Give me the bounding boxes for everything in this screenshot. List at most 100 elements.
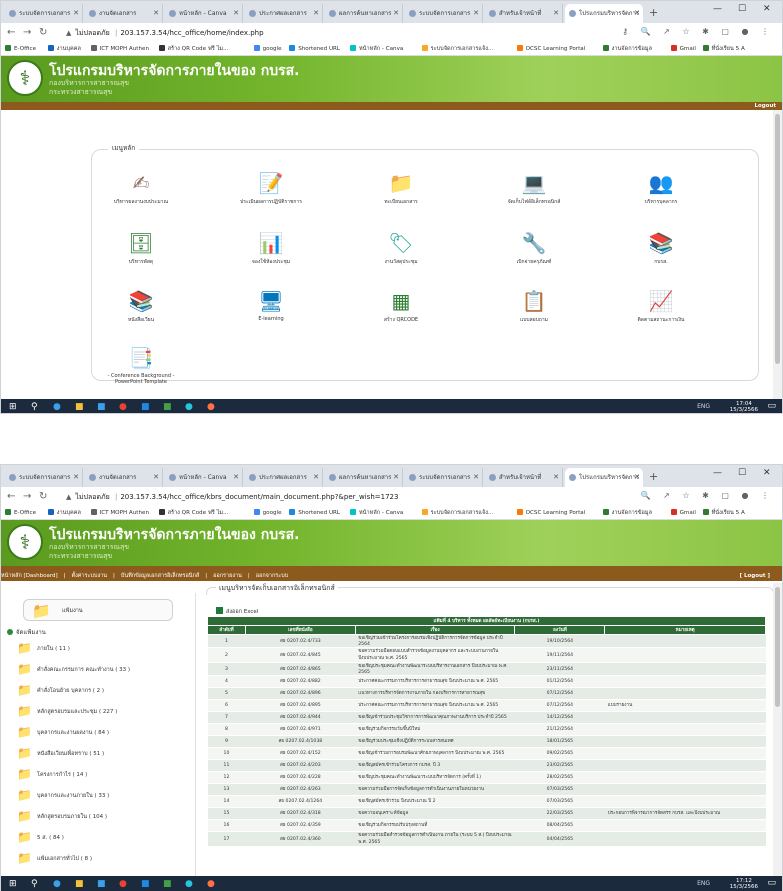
tab-close-icon[interactable]: ✕ (634, 4, 640, 23)
minimize-button[interactable]: — (713, 468, 722, 478)
browser-tab[interactable]: ประกาศผลเอกสาร ✕ (245, 468, 323, 487)
excel-icon[interactable]: ■ (163, 879, 172, 889)
sidebar-category[interactable]: จัดแฟ้มงาน (7, 627, 46, 637)
browser-toolbar-icons[interactable]: 🔍 ↗ ☆ ✱ ▢ ● ⋮ (641, 491, 774, 500)
browser-toolbar-icons[interactable]: ⚷ 🔍 ↗ ☆ ✱ ▢ ● ⋮ (622, 27, 774, 36)
menu-tile[interactable]: 📊 จองใช้ห้องประชุม (226, 231, 316, 266)
table-row[interactable]: 12 สธ 0207.02.4/228 ขอเชิญประชุมคณะทำงานพั… (207, 771, 766, 784)
sidebar-header[interactable]: 📁 แฟ้มงาน (23, 599, 173, 621)
search-icon[interactable]: ⚲ (31, 402, 38, 412)
table-row[interactable]: 11 สธ 0207.02.4/203 ขอเชิญสมัครเข้าร่วมโคร… (207, 759, 766, 772)
taskbar-clock[interactable]: 17:12 15/3/2566 (730, 878, 758, 890)
windows-start-icon[interactable]: ⊞ (9, 879, 17, 889)
tab-close-icon[interactable]: ✕ (73, 468, 79, 487)
word-icon[interactable]: ■ (141, 402, 150, 412)
tab-close-icon[interactable]: ✕ (393, 468, 399, 487)
new-tab-button[interactable]: + (649, 4, 658, 21)
bookmark-item[interactable]: สร้าง QR Code ฟรี ไม... (159, 509, 229, 517)
tray-language[interactable]: ENG (697, 403, 710, 410)
export-excel-link[interactable]: ส่งออก Excel (216, 607, 258, 616)
file-explorer-icon[interactable]: ■ (75, 402, 84, 412)
tab-close-icon[interactable]: ✕ (473, 468, 479, 487)
bookmark-item[interactable]: หน้าหลัก - Canva (350, 509, 403, 517)
tab-close-icon[interactable]: ✕ (313, 468, 319, 487)
folder-item[interactable]: 📁 คำสั่งคณะกรรมการ คณะทำงาน ( 33 ) (17, 662, 177, 676)
bookmark-item[interactable]: Gmail (671, 509, 696, 516)
reload-icon[interactable]: ↻ (39, 491, 47, 503)
bookmark-item[interactable]: E-Office (5, 509, 36, 516)
search-icon[interactable]: ⚲ (31, 879, 38, 889)
bookmark-item[interactable]: งานจัดการข้อมูล (603, 45, 652, 53)
menu-tile[interactable]: 🏷 งานวัสดุประชุม (356, 231, 446, 266)
top-menu-item[interactable]: ออกรายงาน (213, 573, 242, 579)
table-row[interactable]: 10 สธ 0207.02.4/152 ขอเชิญเข้าร่วมการอบรมพ… (207, 747, 766, 760)
app-icon[interactable]: ● (207, 402, 215, 412)
edge-icon[interactable]: ● (53, 402, 61, 412)
table-row[interactable]: 14 สธ 0207.02.4/1264 ขอเชิญสมัครเข้าร่วม ป… (207, 795, 766, 808)
browser-tab[interactable]: ผลการค้นหาเอกสาร ✕ (325, 4, 403, 23)
folder-item[interactable]: 📁 หลักสูตรอบรมและประชุม ( 227 ) (17, 704, 177, 718)
windows-start-icon[interactable]: ⊞ (9, 402, 17, 412)
tab-close-icon[interactable]: ✕ (553, 468, 559, 487)
folder-item[interactable]: 📁 บุคลากรและงานผลงาน ( 84 ) (17, 725, 177, 739)
table-row[interactable]: 2 สธ 0207.02.4/845 ขอความร่วมมือตอบแบบสำรว… (207, 647, 766, 663)
reload-icon[interactable]: ↻ (39, 27, 47, 39)
app-icon[interactable]: ● (207, 879, 215, 889)
menu-tile[interactable]: 🗄 บริหารพัสดุ (96, 231, 186, 266)
tab-close-icon[interactable]: ✕ (313, 4, 319, 23)
tab-close-icon[interactable]: ✕ (233, 468, 239, 487)
browser-tab[interactable]: ระบบจัดการเอกสาร ✕ (5, 468, 83, 487)
browser-tab[interactable]: ประกาศผลเอกสาร ✕ (245, 4, 323, 23)
outlook-icon[interactable]: ● (185, 879, 193, 889)
bookmark-item[interactable]: OCSC Learning Portal (517, 45, 586, 52)
folder-item[interactable]: 📁 5 ส. ( 84 ) (17, 830, 177, 844)
url-field[interactable]: ▲ ไม่ปลอดภัย | 203.157.3.54/hcc_office/hom… (66, 26, 626, 40)
url-field[interactable]: ▲ ไม่ปลอดภัย | 203.157.3.54/hcc_office/kbr… (66, 490, 626, 504)
folder-item[interactable]: 📁 ภายใน ( 11 ) (17, 641, 177, 655)
forward-icon[interactable]: → (23, 27, 31, 39)
close-window-button[interactable]: ✕ (763, 4, 771, 14)
page-scrollbar[interactable] (773, 110, 782, 399)
bookmark-item[interactable]: E-Office (5, 45, 36, 52)
browser-tab[interactable]: งานจัดเอกสาร ✕ (85, 468, 163, 487)
restore-button[interactable]: ☐ (738, 468, 746, 478)
notification-icon[interactable]: ▭ (767, 401, 776, 411)
word-icon[interactable]: ■ (141, 879, 150, 889)
bookmark-item[interactable]: ICT MOPH Authen (91, 509, 149, 516)
bookmark-item[interactable]: ระบบจัดการเอกสารแจ้ง... (422, 45, 494, 53)
tab-close-icon[interactable]: ✕ (553, 4, 559, 23)
menu-tile[interactable]: 🔧 เบิกจ่ายครุภัณฑ์ (489, 231, 579, 266)
outlook-icon[interactable]: ● (185, 402, 193, 412)
table-row[interactable]: 9 สธ 0207.02.4/1038 ขอเชิญร่วมประชุมเชิงปฏ… (207, 735, 766, 748)
minimize-button[interactable]: — (713, 4, 722, 14)
bookmark-item[interactable]: Shortened URL (289, 45, 340, 52)
logout-link[interactable]: Logout (754, 102, 776, 110)
browser-tab[interactable]: สำหรับเจ้าหน้าที่ ✕ (485, 4, 563, 23)
top-menu-item[interactable]: หน้าหลัก [Dashboard] (1, 573, 58, 579)
page-scrollbar[interactable] (773, 583, 782, 876)
forward-icon[interactable]: → (23, 491, 31, 503)
tab-close-icon[interactable]: ✕ (634, 468, 640, 487)
table-row[interactable]: 15 สธ 0207.02.4/318 ขอความอนุเคราะห์ข้อมูล… (207, 807, 766, 820)
folder-item[interactable]: 📁 โครงการกำไร ( 14 ) (17, 767, 177, 781)
menu-tile[interactable]: ▦ สร้าง QRCODE (356, 289, 446, 324)
folder-item[interactable]: 📁 บุคลากรและงานภายใน ( 33 ) (17, 788, 177, 802)
restore-button[interactable]: ☐ (738, 4, 746, 14)
menu-tile[interactable]: 💻 จัดเก็บไฟล์อิเล็กทรอนิกส์ (489, 171, 579, 206)
scrollbar-thumb[interactable] (775, 587, 780, 707)
back-icon[interactable]: ← (7, 27, 15, 39)
table-row[interactable]: 5 สธ 0207.02.4/896 แนวทางการบริหารจัดการงา… (207, 687, 766, 700)
bookmark-item[interactable]: ที่นั่งเรียน 5 A (703, 45, 745, 53)
logout-link[interactable]: [ Logout ] (740, 572, 770, 581)
menu-tile[interactable]: 👥 บริหารบุคลากร (616, 171, 706, 206)
bookmark-item[interactable]: ที่นั่งเรียน 5 A (703, 509, 745, 517)
tab-close-icon[interactable]: ✕ (233, 4, 239, 23)
table-row[interactable]: 16 สธ 0207.02.4/359 ขอเชิญร่วมกิจกรรมปรับป… (207, 819, 766, 832)
close-window-button[interactable]: ✕ (763, 468, 771, 478)
menu-tile[interactable]: 📚 หนังสือเวียน (96, 289, 186, 324)
bookmark-item[interactable]: OCSC Learning Portal (517, 509, 586, 516)
table-row[interactable]: 1 สธ 0207.02.4/733 ขอเชิญร่วมเข้าร่วมโครงก… (207, 634, 766, 648)
top-menu-item[interactable]: ออกจากระบบ (256, 573, 288, 579)
table-row[interactable]: 7 สธ 0207.02.4/944 ขอเชิญเข้าร่วมประชุมวิช… (207, 711, 766, 724)
bookmark-item[interactable]: สร้าง QR Code ฟรี ไม... (159, 45, 229, 53)
